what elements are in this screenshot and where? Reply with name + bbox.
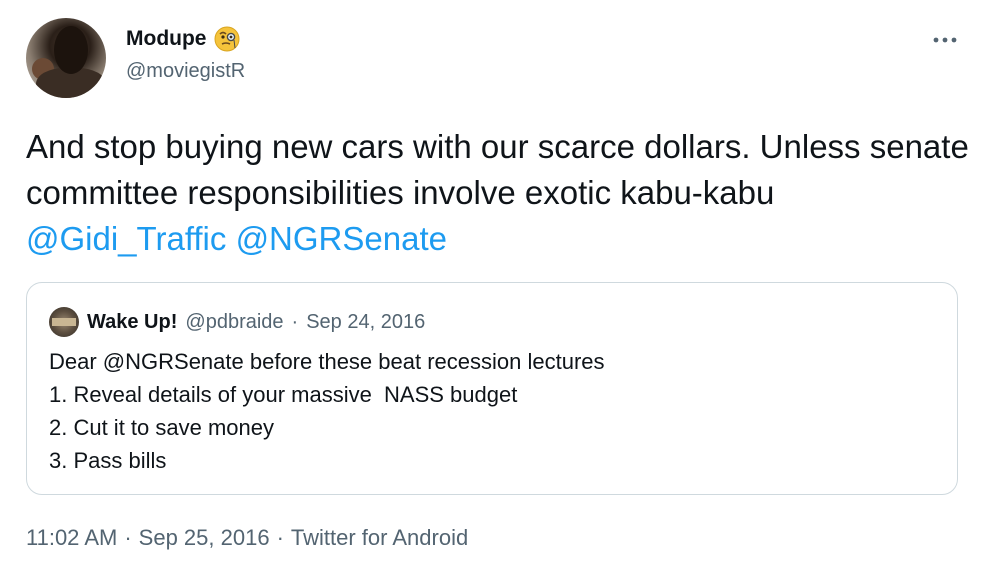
mention-gidi-traffic[interactable]: @Gidi_Traffic: [26, 220, 226, 257]
metadata-separator: ·: [276, 525, 284, 550]
tweet-source[interactable]: Twitter for Android: [291, 525, 468, 551]
quoted-separator: ·: [291, 310, 299, 333]
quoted-author-handle: @pdbraide: [185, 310, 284, 333]
tweet-metadata: 11:02 AM · Sep 25, 2016 · Twitter for An…: [26, 525, 468, 551]
author-display-name[interactable]: Modupe: [126, 27, 206, 51]
avatar-face: [54, 26, 88, 74]
metadata-separator: ·: [124, 525, 132, 550]
tweet-date[interactable]: Sep 25, 2016: [139, 525, 270, 551]
author-name-row: Modupe: [126, 26, 240, 52]
face-with-monocle-icon: [214, 26, 240, 52]
quoted-avatar-band: [52, 318, 76, 326]
quoted-tweet-header: Wake Up! @pdbraide · Sep 24, 2016: [49, 307, 425, 337]
author-avatar[interactable]: [26, 18, 106, 98]
mention-ngrsenate[interactable]: @NGRSenate: [236, 220, 447, 257]
tweet-time[interactable]: 11:02 AM: [26, 525, 117, 551]
more-options-icon[interactable]: [928, 26, 962, 54]
quoted-author-avatar: [49, 307, 79, 337]
quoted-line: Dear @NGRSenate before these beat recess…: [49, 349, 605, 374]
quoted-line: 3. Pass bills: [49, 448, 167, 473]
quoted-tweet-body: Dear @NGRSenate before these beat recess…: [49, 345, 929, 477]
quoted-line: 2. Cut it to save money: [49, 415, 274, 440]
tweet-text: And stop buying new cars with our scarce…: [26, 124, 976, 262]
quoted-line: 1. Reveal details of your massive NASS b…: [49, 382, 518, 407]
quoted-date: Sep 24, 2016: [306, 310, 426, 333]
quoted-author-name: Wake Up!: [87, 310, 178, 333]
author-handle[interactable]: @moviegistR: [126, 60, 245, 83]
quoted-tweet-card[interactable]: Wake Up! @pdbraide · Sep 24, 2016 Dear @…: [26, 282, 958, 495]
tweet-text-plain: And stop buying new cars with our scarce…: [26, 128, 969, 211]
